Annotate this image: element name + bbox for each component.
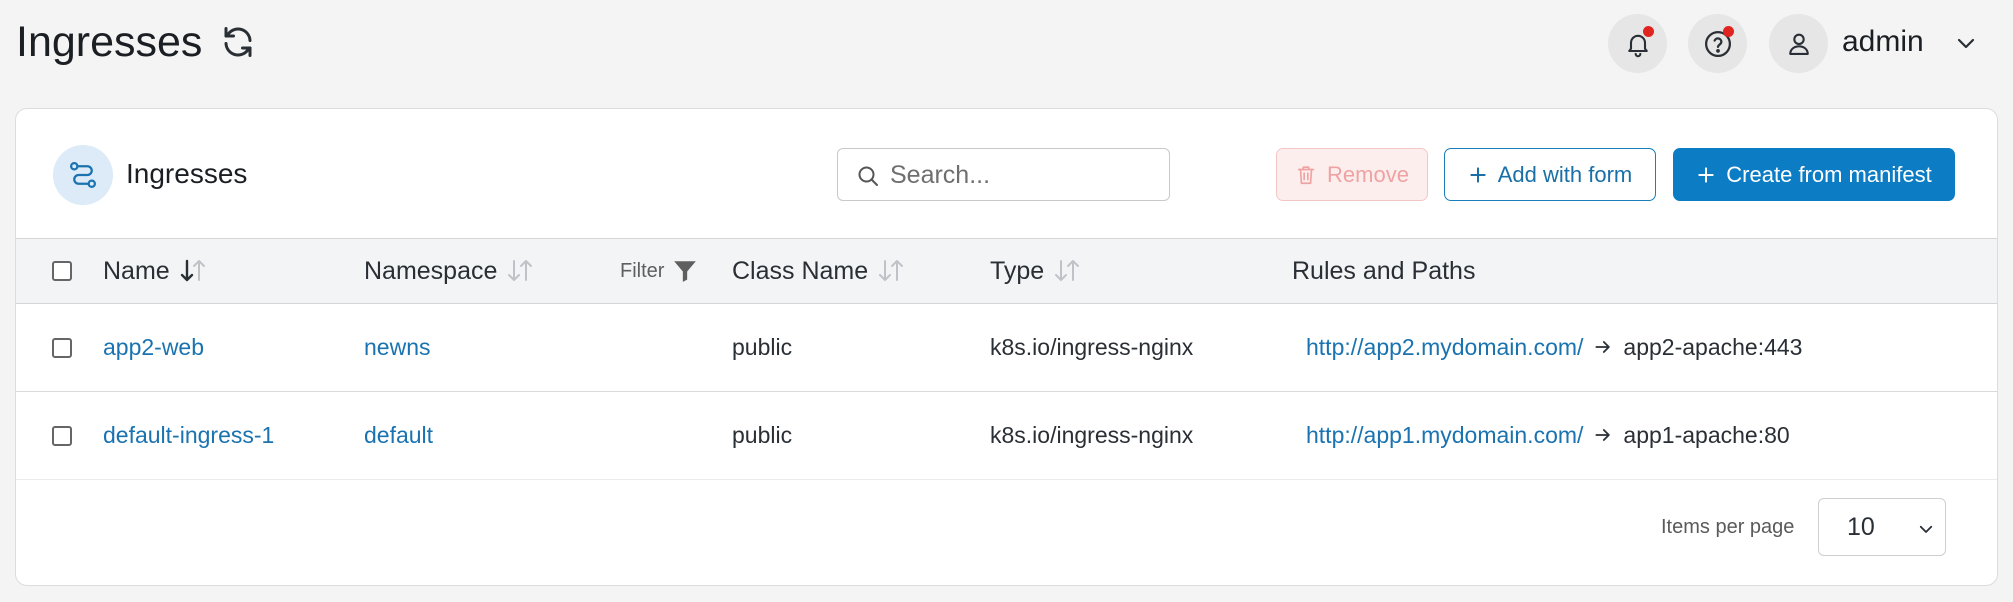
rule-target: app1-apache:80 bbox=[1623, 421, 1790, 448]
sort-icon bbox=[879, 260, 904, 281]
sort-icon bbox=[1055, 260, 1080, 281]
page-header: Ingresses admin bbox=[0, 0, 2013, 86]
select-all-checkbox[interactable] bbox=[52, 261, 72, 281]
column-header-type[interactable]: Type bbox=[990, 239, 1082, 303]
type-cell: k8s.io/ingress-nginx bbox=[990, 421, 1194, 448]
refresh-icon[interactable] bbox=[220, 24, 256, 60]
table-row: app2-web newns public k8s.io/ingress-ngi… bbox=[16, 304, 1997, 392]
items-per-page-select[interactable]: 10 bbox=[1818, 498, 1946, 556]
namespace-link[interactable]: default bbox=[364, 392, 433, 478]
search-field[interactable] bbox=[837, 148, 1170, 201]
rule-url-link[interactable]: http://app1.mydomain.com/ bbox=[1306, 422, 1583, 449]
notifications-button[interactable] bbox=[1608, 14, 1667, 73]
remove-label: Remove bbox=[1327, 161, 1409, 187]
sort-icon bbox=[508, 260, 533, 281]
filter-icon bbox=[674, 261, 697, 282]
arrow-right-icon bbox=[1595, 341, 1611, 353]
plus-icon bbox=[1470, 166, 1486, 183]
search-icon bbox=[858, 166, 878, 186]
ingress-name-link[interactable]: app2-web bbox=[103, 304, 204, 390]
column-header-rules: Rules and Paths bbox=[1292, 256, 1476, 285]
column-header-class-name[interactable]: Class Name bbox=[732, 239, 906, 303]
namespace-filter-button[interactable]: Filter bbox=[620, 239, 698, 303]
row-checkbox[interactable] bbox=[52, 426, 72, 446]
table-header: Name Namespace Filter Class Name Type Ru… bbox=[16, 238, 1997, 304]
page-title: Ingresses bbox=[16, 18, 203, 66]
arrow-right-icon bbox=[1595, 429, 1611, 441]
user-avatar-button[interactable] bbox=[1769, 14, 1828, 73]
plus-icon bbox=[1698, 166, 1714, 183]
column-header-name[interactable]: Name bbox=[103, 239, 208, 303]
notification-dot bbox=[1643, 26, 1654, 37]
create-from-manifest-label: Create from manifest bbox=[1726, 161, 1932, 187]
rules-cell: http://app2.mydomain.com/ app2-apache:44… bbox=[1306, 304, 1802, 390]
type-cell: k8s.io/ingress-nginx bbox=[990, 333, 1194, 360]
search-input[interactable] bbox=[890, 157, 1160, 193]
user-name[interactable]: admin bbox=[1842, 24, 1924, 60]
rule-target: app2-apache:443 bbox=[1623, 333, 1803, 360]
sort-icon bbox=[180, 259, 205, 282]
card-toolbar: Ingresses Remove Add with form bbox=[16, 109, 1997, 239]
add-with-form-label: Add with form bbox=[1497, 161, 1633, 187]
items-per-page-value: 10 bbox=[1847, 513, 1875, 541]
create-from-manifest-button[interactable]: Create from manifest bbox=[1673, 148, 1955, 201]
items-per-page-label: Items per page bbox=[1661, 516, 1795, 538]
user-icon bbox=[1788, 33, 1809, 55]
help-dot bbox=[1723, 26, 1734, 37]
card-title: Ingresses bbox=[126, 158, 248, 189]
rules-cell: http://app1.mydomain.com/ app1-apache:80 bbox=[1306, 392, 1790, 478]
ingress-route-icon bbox=[70, 162, 96, 188]
add-with-form-button[interactable]: Add with form bbox=[1444, 148, 1656, 201]
row-checkbox[interactable] bbox=[52, 338, 72, 358]
class-name-cell: public bbox=[732, 333, 793, 360]
chevron-down-icon bbox=[1919, 525, 1933, 533]
remove-button[interactable]: Remove bbox=[1276, 148, 1428, 201]
chevron-down-icon[interactable] bbox=[1954, 31, 1978, 55]
ingress-name-link[interactable]: default-ingress-1 bbox=[103, 392, 274, 478]
ingresses-card: Ingresses Remove Add with form bbox=[15, 108, 1998, 586]
trash-icon bbox=[1297, 165, 1315, 184]
ingress-badge bbox=[53, 145, 113, 205]
rule-url-link[interactable]: http://app2.mydomain.com/ bbox=[1306, 334, 1583, 361]
class-name-cell: public bbox=[732, 421, 793, 448]
column-header-namespace[interactable]: Namespace bbox=[364, 239, 535, 303]
table-row: default-ingress-1 default public k8s.io/… bbox=[16, 392, 1997, 480]
help-button[interactable] bbox=[1688, 14, 1747, 73]
namespace-link[interactable]: newns bbox=[364, 304, 430, 390]
